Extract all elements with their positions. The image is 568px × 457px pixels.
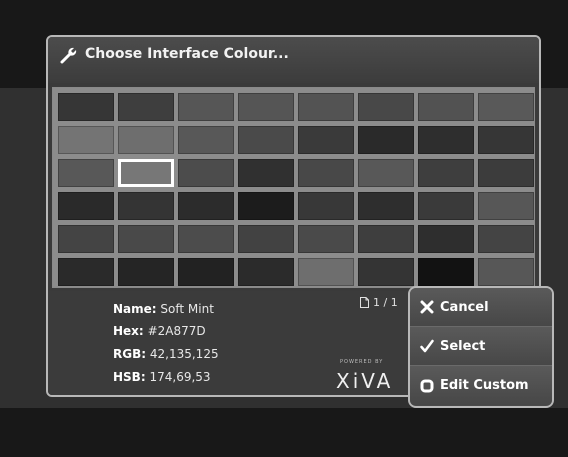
name-value: Soft Mint [160, 302, 214, 316]
swatch-grid [58, 93, 534, 286]
colour-swatch[interactable] [58, 258, 114, 286]
colour-swatch[interactable] [118, 225, 174, 253]
page-indicator-text: 1 / 1 [373, 296, 398, 309]
colour-swatch[interactable] [418, 159, 474, 187]
colour-swatch[interactable] [298, 192, 354, 220]
colour-swatch[interactable] [478, 159, 534, 187]
colour-swatch[interactable] [178, 225, 234, 253]
colour-swatch[interactable] [238, 159, 294, 187]
colour-swatch[interactable] [118, 93, 174, 121]
page-indicator: 1 / 1 [360, 296, 398, 309]
colour-swatch[interactable] [418, 225, 474, 253]
colour-swatch[interactable] [358, 225, 414, 253]
colour-swatch[interactable] [358, 159, 414, 187]
colour-swatch[interactable] [238, 225, 294, 253]
wrench-icon [60, 47, 77, 64]
hsb-label: HSB: [113, 370, 146, 384]
colour-swatch[interactable] [58, 192, 114, 220]
colour-swatch[interactable] [118, 258, 174, 286]
colour-swatch[interactable] [478, 225, 534, 253]
cancel-button[interactable]: Cancel [410, 288, 552, 327]
colour-swatch[interactable] [178, 93, 234, 121]
rgb-value: 42,135,125 [149, 347, 219, 361]
info-hex-line: Hex: #2A877D [113, 324, 206, 338]
colour-swatch[interactable] [238, 192, 294, 220]
colour-swatch[interactable] [298, 258, 354, 286]
colour-swatch[interactable] [58, 159, 114, 187]
rgb-label: RGB: [113, 347, 147, 361]
hsb-value: 174,69,53 [149, 370, 211, 384]
edit-custom-button[interactable]: Edit Custom [410, 366, 552, 405]
colour-swatch[interactable] [418, 126, 474, 154]
info-name-line: Name: Soft Mint [113, 302, 214, 316]
hex-value: #2A877D [147, 324, 206, 338]
colour-swatch[interactable] [478, 192, 534, 220]
colour-swatch[interactable] [58, 93, 114, 121]
colour-swatch[interactable] [298, 225, 354, 253]
cancel-label: Cancel [440, 299, 489, 315]
action-menu: Cancel Select Edit Custom [408, 286, 554, 408]
colour-swatch[interactable] [58, 126, 114, 154]
close-icon [420, 300, 434, 314]
colour-swatch[interactable] [358, 126, 414, 154]
colour-swatch[interactable] [478, 258, 534, 286]
colour-swatch[interactable] [58, 225, 114, 253]
colour-swatch[interactable] [358, 258, 414, 286]
colour-swatch[interactable] [358, 192, 414, 220]
colour-swatch[interactable] [178, 192, 234, 220]
edit-custom-label: Edit Custom [440, 378, 529, 393]
select-label: Select [440, 338, 486, 354]
colour-swatch[interactable] [358, 93, 414, 121]
powered-by-text: POWERED BY [340, 359, 384, 365]
page-icon [360, 297, 369, 308]
colour-swatch[interactable] [238, 126, 294, 154]
colour-swatch[interactable] [238, 93, 294, 121]
hex-label: Hex: [113, 324, 144, 338]
colour-swatch[interactable] [478, 93, 534, 121]
colour-swatch[interactable] [298, 126, 354, 154]
colour-swatch[interactable] [418, 192, 474, 220]
dialog-title: Choose Interface Colour... [85, 46, 289, 62]
ring-icon [420, 379, 434, 392]
colour-swatch[interactable] [418, 93, 474, 121]
colour-swatch[interactable] [118, 192, 174, 220]
info-hsb-line: HSB: 174,69,53 [113, 370, 211, 384]
info-rgb-line: RGB: 42,135,125 [113, 347, 219, 361]
colour-swatch[interactable] [118, 126, 174, 154]
colour-swatch-selected[interactable] [118, 159, 174, 187]
colour-swatch[interactable] [418, 258, 474, 286]
colour-swatch[interactable] [178, 126, 234, 154]
colour-swatch[interactable] [238, 258, 294, 286]
dialog-titlebar: Choose Interface Colour... [48, 37, 539, 83]
colour-swatch[interactable] [298, 93, 354, 121]
colour-swatch[interactable] [298, 159, 354, 187]
name-label: Name: [113, 302, 157, 316]
xiva-logo: XiVA [336, 369, 394, 393]
checkmark-icon [420, 339, 434, 353]
select-button[interactable]: Select [410, 327, 552, 366]
colour-swatch[interactable] [178, 258, 234, 286]
swatch-grid-frame [52, 87, 535, 288]
colour-swatch[interactable] [178, 159, 234, 187]
colour-swatch[interactable] [478, 126, 534, 154]
